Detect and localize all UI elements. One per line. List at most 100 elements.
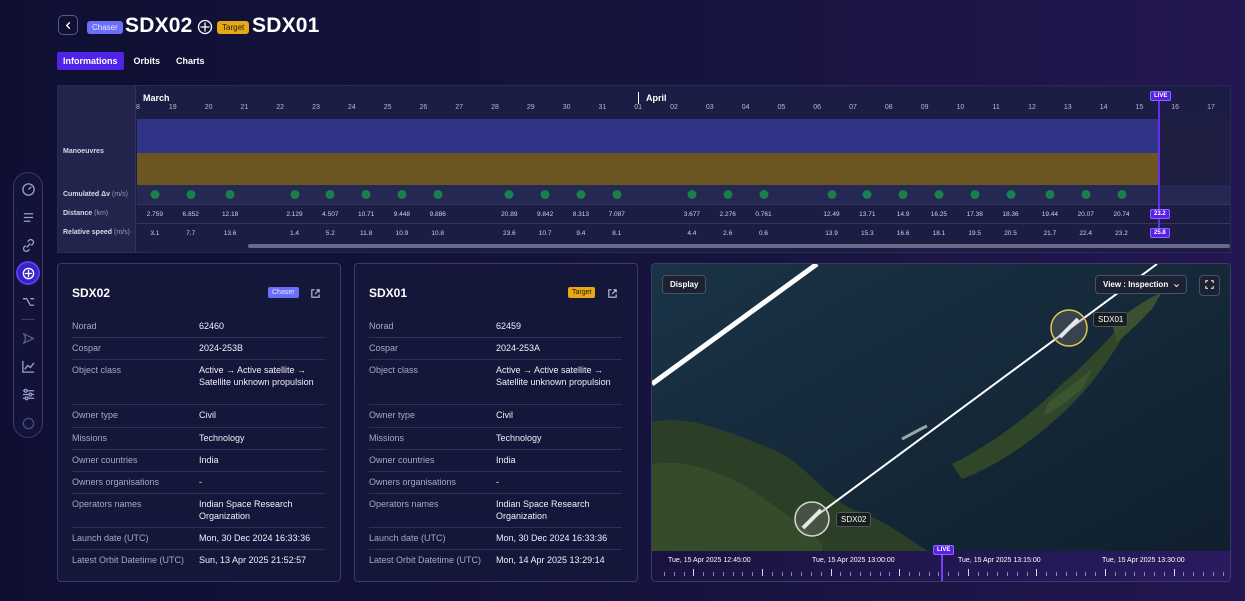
speed-value: 10.8 (431, 230, 445, 237)
fullscreen-icon (1205, 280, 1214, 289)
distance-value: 9.842 (536, 211, 554, 218)
external-link-icon[interactable] (310, 286, 322, 298)
distance-value: 12.49 (823, 211, 840, 218)
info-row: Owner countries India (369, 450, 622, 472)
dv-dot[interactable] (361, 190, 371, 199)
info-key: Norad (72, 321, 97, 331)
dv-dot[interactable] (934, 190, 944, 199)
dv-dot[interactable] (723, 190, 733, 199)
speed-value: 8.1 (612, 230, 622, 237)
info-key: Cospar (72, 343, 102, 353)
dv-dot[interactable] (325, 190, 335, 199)
time-tick (1222, 572, 1224, 576)
time-tick (938, 572, 940, 576)
manoeuvre-band-target[interactable] (137, 153, 1158, 185)
time-tick (673, 572, 675, 576)
fullscreen-button[interactable] (1199, 275, 1220, 296)
dashboard-icon[interactable] (18, 179, 38, 199)
dv-dot[interactable] (290, 190, 300, 199)
crosshair-icon (197, 19, 213, 40)
time-tick (1085, 572, 1087, 576)
view-select[interactable]: View : Inspection (1095, 275, 1188, 294)
dv-dot[interactable] (827, 190, 837, 199)
day-tick: 30 (562, 104, 571, 111)
time-tick (860, 572, 861, 576)
day-tick: 21 (240, 104, 249, 111)
chart-icon[interactable] (18, 356, 38, 376)
speed-value: 15.3 (860, 230, 874, 237)
sliders-icon[interactable] (18, 384, 38, 404)
satellite-map[interactable] (652, 264, 1231, 582)
dv-dot[interactable] (862, 190, 872, 199)
distance-value: 19.44 (1041, 211, 1059, 218)
tab-orbits[interactable]: Orbits (128, 52, 167, 70)
day-tick: 23 (312, 104, 320, 111)
map-view[interactable]: Display View : Inspection SDX01 SDX02 Tu… (651, 263, 1231, 582)
dv-dot[interactable] (759, 190, 768, 199)
dv-dot[interactable] (504, 190, 514, 199)
sdx02-label: SDX02 (836, 512, 872, 527)
info-row: Object class Active → Active satellite → … (369, 360, 622, 405)
timeline-scrollbar[interactable] (248, 244, 1230, 248)
time-label: Tue, 15 Apr 2025 13:00:00 (812, 557, 895, 564)
info-value: Civil (496, 410, 513, 420)
info-key: Launch date (UTC) (369, 533, 446, 543)
dv-dot[interactable] (576, 190, 586, 199)
dv-dot[interactable] (970, 190, 980, 199)
target-title: SDX01 (252, 14, 320, 37)
manoeuvre-band-chaser[interactable] (137, 119, 1158, 153)
dv-dot[interactable] (150, 190, 160, 199)
info-key: Object class (369, 365, 419, 375)
day-tick: 06 (813, 104, 822, 111)
info-row: Cospar 2024-253B (72, 338, 325, 360)
speed-value: 16.6 (896, 230, 910, 237)
sdx02-marker[interactable] (794, 501, 830, 537)
dv-dot[interactable] (186, 190, 196, 199)
display-button[interactable]: Display (662, 275, 707, 294)
dv-dot[interactable] (687, 190, 697, 199)
live-badge: LIVE (1150, 91, 1172, 101)
dv-dot[interactable] (1045, 190, 1055, 199)
info-value: India (496, 455, 516, 465)
tab-charts[interactable]: Charts (170, 52, 211, 70)
dv-dot[interactable] (1006, 190, 1016, 199)
distance-value: 20.07 (1077, 211, 1094, 218)
day-tick: 17 (1207, 104, 1215, 111)
dv-dot[interactable] (433, 190, 443, 199)
info-row: Owner countries India (72, 450, 325, 472)
row-divider (137, 204, 1230, 205)
dv-dot[interactable] (898, 190, 908, 199)
dv-dot[interactable] (1117, 190, 1126, 199)
dv-dot[interactable] (225, 190, 235, 199)
time-scrubber[interactable]: Tue, 15 Apr 2025 12:45:00 Tue, 15 Apr 20… (652, 545, 1230, 581)
distance-value: 16.25 (930, 211, 948, 218)
day-tick: 10 (956, 104, 965, 111)
sdx01-marker[interactable] (1050, 309, 1088, 347)
distance-value: 17.38 (966, 211, 983, 218)
sdx01-label: SDX01 (1093, 312, 1129, 327)
crosshair-icon[interactable] (18, 263, 38, 283)
dv-dot[interactable] (1081, 190, 1091, 199)
list-icon[interactable] (18, 207, 38, 227)
send-icon[interactable] (18, 328, 38, 348)
orbit-branch-icon[interactable] (18, 291, 38, 311)
time-tick (722, 572, 724, 576)
dv-dot[interactable] (397, 190, 407, 199)
external-link-icon[interactable] (607, 286, 619, 298)
live-badge: LIVE (933, 545, 955, 555)
back-button[interactable] (58, 15, 78, 35)
tab-informations[interactable]: Informations (57, 52, 124, 70)
speed-value: 19.5 (968, 230, 982, 237)
dv-dot[interactable] (540, 190, 550, 199)
time-tick (958, 572, 959, 576)
speed-value: 11.8 (360, 230, 373, 237)
circle-icon[interactable] (18, 413, 38, 433)
link-icon[interactable] (18, 235, 38, 255)
day-tick: 08 (884, 104, 893, 111)
cumulated-dv-label: Cumulated Δv (m/s) (63, 191, 128, 198)
dv-dot[interactable] (612, 190, 622, 199)
time-tick (1144, 572, 1146, 576)
info-row: Missions Technology (369, 428, 622, 450)
chevron-down-icon (1174, 284, 1180, 288)
time-tick (1183, 572, 1185, 576)
